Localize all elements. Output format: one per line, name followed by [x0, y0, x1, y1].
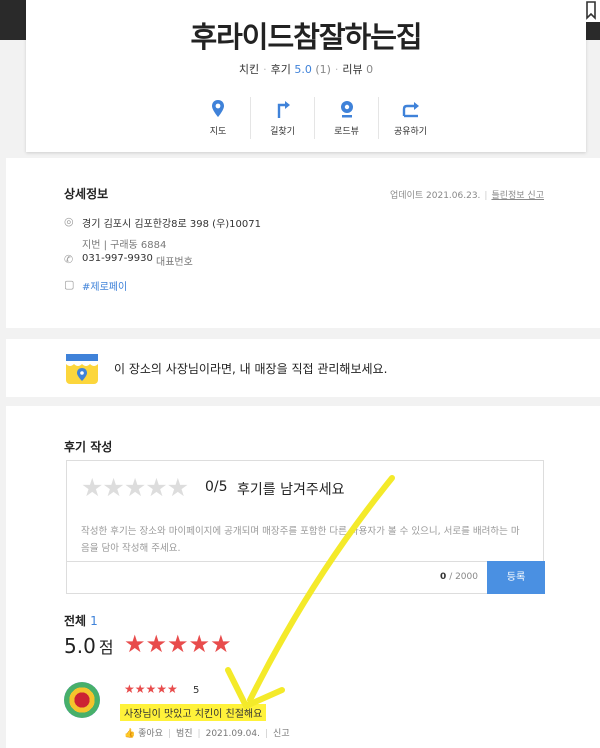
address: 경기 김포시 김포한강8로 398 (우)10071 — [82, 219, 261, 230]
review-count: (1) — [315, 63, 331, 76]
like-label: 좋아요 — [138, 729, 163, 739]
rating[interactable]: 5.0 — [294, 63, 312, 76]
phone-number[interactable]: 031-997-9930 — [82, 253, 153, 264]
write-review-title: 후기 작성 — [64, 440, 113, 454]
owner-banner[interactable]: 이 장소의 사장님이라면, 내 매장을 직접 관리해보세요. — [6, 339, 600, 397]
share-button[interactable]: 공유하기 — [378, 97, 442, 139]
update-info: 업데이트 2021.06.23. | 틀린정보 신고 — [390, 191, 544, 201]
place-name: 후라이드참잘하는집 — [190, 20, 422, 54]
place-meta: 치킨 · 후기 5.0 (1) · 리뷰 0 — [238, 63, 374, 76]
review-total: 전체 1 — [64, 612, 98, 629]
address-row: ◎ 경기 김포시 김포한강8로 398 (우)10071 지번 | 구래동 68… — [64, 215, 261, 251]
avatar[interactable] — [64, 682, 100, 718]
char-max: / 2000 — [449, 572, 478, 582]
thumbs-up-icon: 👍 — [124, 729, 136, 739]
review-notice: 작성한 후기는 장소와 마이페이지에 공개되며 매장주를 포함한 다른 사용자가… — [81, 526, 520, 554]
review-footer: 👍 좋아요 | 범진 | 2021.09.04. | 신고 — [124, 729, 290, 739]
phone-type: 대표번호 — [156, 257, 193, 268]
directions-button[interactable]: 길찾기 — [250, 97, 314, 139]
review-text: 사장님이 맛있고 치킨이 친절해요 — [120, 704, 267, 721]
total-label: 전체 — [64, 614, 87, 628]
average-rating: 5.0 점 — [64, 634, 114, 658]
action-label: 공유하기 — [393, 127, 428, 137]
review-author: 범진 — [175, 729, 193, 739]
action-label: 길찾기 — [270, 127, 295, 137]
tag-icon: ▢ — [64, 278, 75, 291]
directions-icon — [277, 101, 290, 118]
detail-section: 상세정보 업데이트 2021.06.23. | 틀린정보 신고 ◎ 경기 김포시 김… — [6, 158, 600, 328]
comments-label: 리뷰 — [342, 63, 363, 76]
roadview-button[interactable]: 로드뷰 — [314, 97, 378, 139]
detail-title: 상세정보 — [64, 187, 109, 201]
score-display: 0/5 — [205, 479, 228, 495]
submit-button[interactable]: 등록 — [487, 561, 545, 594]
share-icon — [402, 102, 419, 118]
average-value: 5.0 — [64, 634, 96, 658]
category: 치킨 — [238, 63, 260, 76]
store-icon — [66, 354, 98, 384]
owner-banner-text: 이 장소의 사장님이라면, 내 매장을 직접 관리해보세요. — [114, 362, 388, 376]
review-section: 후기 작성 ★★★★★ 0/5 후기를 남겨주세요 작성한 후기는 장소와 마이… — [6, 406, 600, 748]
roadview-icon — [340, 101, 353, 118]
review-score: 5 — [193, 685, 200, 696]
char-counter: 0 / 2000 — [440, 572, 478, 582]
action-label: 로드뷰 — [334, 127, 359, 137]
action-bar: 지도 길찾기 로드뷰 공유하기 — [186, 97, 442, 139]
total-count: 1 — [90, 614, 98, 628]
review-stars: ★★★★★ — [124, 682, 178, 696]
bookmark-icon — [586, 1, 596, 20]
map-pin-icon — [212, 100, 224, 117]
phone-icon: ✆ — [64, 253, 74, 266]
address-lot: 지번 | 구래동 6884 — [82, 240, 167, 251]
bookmark-button[interactable] — [576, 0, 600, 22]
phone-row: ✆ 031-997-9930 대표번호 — [64, 253, 193, 268]
updated-date: 업데이트 2021.06.23. — [390, 191, 481, 201]
review-prompt: 후기를 남겨주세요 — [237, 482, 345, 498]
action-label: 지도 — [209, 127, 227, 137]
report-review-link[interactable]: 신고 — [273, 729, 290, 739]
map-button[interactable]: 지도 — [186, 97, 250, 139]
place-header: 후라이드참잘하는집 치킨 · 후기 5.0 (1) · 리뷰 0 지도 길찾기 로드뷰 … — [26, 0, 600, 152]
char-count: 0 — [440, 572, 447, 582]
review-form: ★★★★★ 0/5 후기를 남겨주세요 작성한 후기는 장소와 마이페이지에 공… — [66, 460, 545, 594]
review-input[interactable]: 0 / 2000 — [67, 561, 488, 593]
review-date: 2021.09.04. — [205, 729, 260, 739]
average-stars: ★★★★★ — [124, 630, 232, 658]
zeropay-tag[interactable]: #제로페이 — [82, 278, 127, 293]
tag-row: ▢ #제로페이 — [64, 278, 127, 293]
average-unit: 점 — [98, 638, 114, 657]
report-wrong-info-link[interactable]: 틀린정보 신고 — [491, 191, 544, 201]
reviews-label: 후기 — [270, 63, 291, 76]
location-icon: ◎ — [64, 215, 74, 228]
comments-count: 0 — [366, 63, 374, 76]
star-rating-input[interactable]: ★★★★★ — [81, 473, 189, 502]
like-button[interactable]: 👍 좋아요 — [124, 729, 163, 739]
